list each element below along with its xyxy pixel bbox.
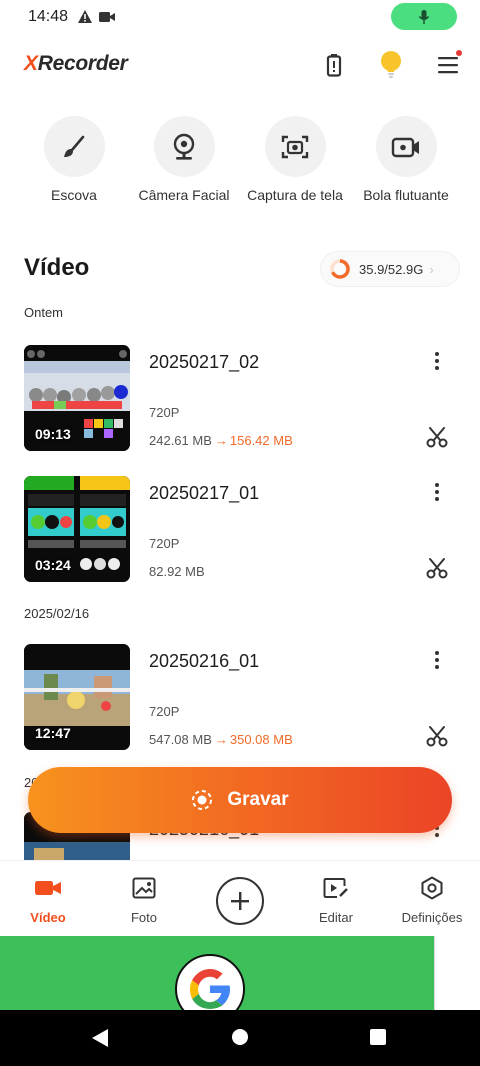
webcam-icon [173, 133, 195, 160]
tips-button[interactable] [376, 50, 406, 80]
more-options-button[interactable] [427, 350, 447, 372]
tools-row: Escova Câmera Facial Captura de tela Bol… [0, 116, 480, 216]
ad-side-panel [434, 936, 480, 1010]
scissors-icon[interactable] [425, 724, 449, 748]
arrow-right-icon: → [214, 433, 228, 448]
lightbulb-icon [381, 51, 401, 78]
status-time: 14:48 [28, 8, 69, 25]
screenshot-icon [281, 135, 309, 158]
record-button[interactable]: Gravar [28, 767, 452, 833]
chevron-right-icon: › [429, 261, 434, 277]
original-size: 547.08 MB [149, 732, 212, 747]
floating-ball-icon [391, 137, 419, 157]
video-size: 547.08 MB → 350.08 MB [149, 732, 293, 747]
status-bar: 14:48 [0, 0, 480, 34]
video-size: 82.92 MB [149, 564, 205, 579]
video-item[interactable]: 09:13 20250217_02 720P 242.61 MB → 156.4… [0, 345, 480, 451]
app-bar: XRecorder [0, 44, 480, 88]
tool-label: Bola flutuante [363, 187, 449, 203]
video-name: 20250217_01 [149, 483, 260, 503]
compressed-size: 350.08 MB [229, 732, 293, 747]
more-options-button[interactable] [427, 649, 447, 671]
tool-label: Câmera Facial [138, 187, 230, 203]
nav-label: Editar [319, 910, 353, 925]
face-camera-button[interactable] [153, 116, 215, 177]
video-resolution: 720P [149, 704, 180, 719]
original-size: 82.92 MB [149, 564, 205, 579]
recents-icon[interactable] [369, 1028, 387, 1046]
video-duration: 09:13 [35, 426, 71, 442]
video-thumbnail[interactable]: 03:24 [24, 476, 130, 582]
tool-label: Escova [51, 187, 97, 203]
brush-button[interactable] [43, 116, 105, 177]
video-name: 20250217_02 [149, 352, 260, 372]
mic-indicator[interactable] [391, 3, 457, 30]
battery-saver-button[interactable] [319, 50, 349, 80]
compressed-size: 156.42 MB [229, 433, 293, 448]
video-size: 242.61 MB → 156.42 MB [149, 433, 293, 448]
record-label: Gravar [227, 789, 289, 810]
plus-icon [231, 892, 249, 910]
storage-button[interactable]: 35.9/52.9G › [320, 251, 460, 287]
scissors-icon[interactable] [425, 425, 449, 449]
tool-label: Captura de tela [247, 187, 343, 203]
storage-ring-icon [330, 259, 350, 279]
menu-button[interactable] [433, 50, 463, 80]
video-duration: 12:47 [35, 725, 71, 741]
video-duration: 03:24 [35, 557, 71, 573]
video-camera-icon [35, 881, 61, 895]
back-icon[interactable] [91, 1028, 109, 1048]
arrow-right-icon: → [214, 732, 228, 747]
scissors-icon[interactable] [425, 556, 449, 580]
date-group-label: Ontem [24, 305, 64, 320]
nav-video[interactable]: Vídeo [0, 875, 96, 925]
screenshot-button[interactable] [264, 116, 326, 177]
video-thumbnail[interactable]: 09:13 [24, 345, 130, 451]
edit-video-icon [323, 878, 348, 898]
nav-photo[interactable]: Foto [96, 875, 192, 925]
original-size: 242.61 MB [149, 433, 212, 448]
home-icon[interactable] [231, 1028, 249, 1046]
settings-hexagon-icon [421, 876, 443, 900]
video-resolution: 720P [149, 536, 180, 551]
video-resolution: 720P [149, 405, 180, 420]
tool-brush[interactable]: Escova [14, 116, 134, 203]
image-icon [132, 877, 156, 899]
status-icons [77, 9, 116, 24]
tool-face-camera[interactable]: Câmera Facial [124, 116, 244, 203]
hamburger-menu-icon [438, 57, 458, 74]
floating-ball-button[interactable] [375, 116, 437, 177]
microphone-icon [418, 9, 430, 24]
tool-floating-ball[interactable]: Bola flutuante [346, 116, 466, 203]
video-item[interactable]: 12:47 20250216_01 720P 547.08 MB → 350.0… [0, 644, 480, 750]
bottom-nav: Vídeo Foto Editar Definições [0, 860, 480, 936]
record-icon [192, 790, 213, 810]
nav-label: Foto [130, 910, 157, 925]
nav-label: Definições [401, 910, 463, 925]
add-button[interactable] [216, 877, 264, 925]
video-thumbnail[interactable]: 12:47 [24, 644, 130, 750]
system-nav-bar [0, 1010, 480, 1066]
nav-settings[interactable]: Definições [384, 875, 480, 925]
tool-screenshot[interactable]: Captura de tela [235, 116, 355, 203]
video-item[interactable]: 03:24 20250217_01 720P 82.92 MB [0, 476, 480, 582]
date-group-label: 2025/02/16 [24, 606, 90, 621]
page-title: Vídeo [24, 254, 90, 281]
video-name: 20250216_01 [149, 651, 260, 671]
app-logo: XRecorder [24, 52, 128, 75]
battery-icon [326, 54, 342, 77]
nav-edit[interactable]: Editar [288, 875, 384, 925]
ad-banner[interactable] [0, 936, 480, 1024]
more-options-button[interactable] [427, 481, 447, 503]
nav-label: Vídeo [30, 910, 66, 925]
brush-icon [64, 135, 85, 157]
camera-status-icon [99, 11, 115, 22]
storage-text: 35.9/52.9G [359, 261, 424, 277]
warning-icon [78, 10, 92, 23]
notification-dot [456, 50, 462, 56]
